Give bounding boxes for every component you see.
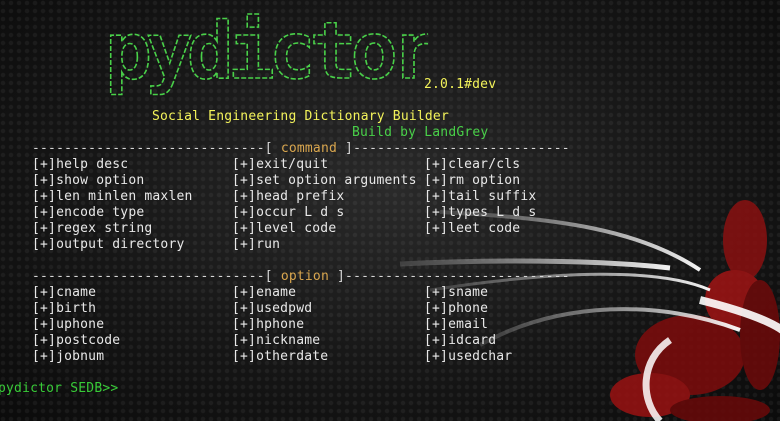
- option-item: [+]uphone: [32, 317, 105, 332]
- option-item: [+]otherdate: [232, 349, 329, 364]
- command-item: [+]set option arguments: [232, 173, 417, 188]
- option-item: [+]birth: [32, 301, 97, 316]
- command-item: [+]encode type: [32, 205, 145, 220]
- option-item: [+]hphone: [232, 317, 305, 332]
- terminal-window: pydictor 2.0.1#dev Social Engineering Di…: [0, 0, 780, 421]
- command-section-title: command: [280, 141, 338, 156]
- option-item: [+]idcard: [424, 333, 497, 348]
- command-item: [+]len minlen maxlen: [32, 189, 193, 204]
- command-item: [+]rm option: [424, 173, 521, 188]
- command-item: [+]clear/cls: [424, 157, 521, 172]
- option-section-title: option: [280, 269, 329, 284]
- option-item: [+]sname: [424, 285, 489, 300]
- command-item: [+]run: [232, 237, 281, 252]
- command-item: [+]exit/quit: [232, 157, 329, 172]
- command-item: [+]level code: [232, 221, 337, 236]
- option-item: [+]email: [424, 317, 489, 332]
- command-prompt[interactable]: pydictor SEDB>>: [0, 381, 118, 397]
- option-item: [+]jobnum: [32, 349, 105, 364]
- option-item: [+]cname: [32, 285, 97, 300]
- command-item: [+]head prefix: [232, 189, 345, 204]
- command-item: [+]output directory: [32, 237, 185, 252]
- author-credit: Build by LandGrey: [352, 125, 489, 140]
- command-separator: -----------------------------[ command ]…: [32, 141, 570, 156]
- option-item: [+]postcode: [32, 333, 121, 348]
- option-item: [+]nickname: [232, 333, 321, 348]
- version-label: 2.0.1#dev: [424, 77, 497, 92]
- option-item: [+]usedpwd: [232, 301, 313, 316]
- option-item: [+]ename: [232, 285, 297, 300]
- option-separator: -----------------------------[ option ]-…: [32, 269, 570, 284]
- logo-text: pydictor: [105, 8, 428, 97]
- command-item: [+]occur L d s: [232, 205, 345, 220]
- command-item: [+]help desc: [32, 157, 129, 172]
- command-item: [+]regex string: [32, 221, 153, 236]
- command-item: [+]leet code: [424, 221, 521, 236]
- subtitle: Social Engineering Dictionary Builder: [152, 109, 449, 124]
- option-item: [+]phone: [424, 301, 489, 316]
- command-item: [+]show option: [32, 173, 145, 188]
- command-item: [+]types L d s: [424, 205, 537, 220]
- pydictor-logo: pydictor: [104, 8, 428, 98]
- option-item: [+]usedchar: [424, 349, 513, 364]
- command-item: [+]tail suffix: [424, 189, 537, 204]
